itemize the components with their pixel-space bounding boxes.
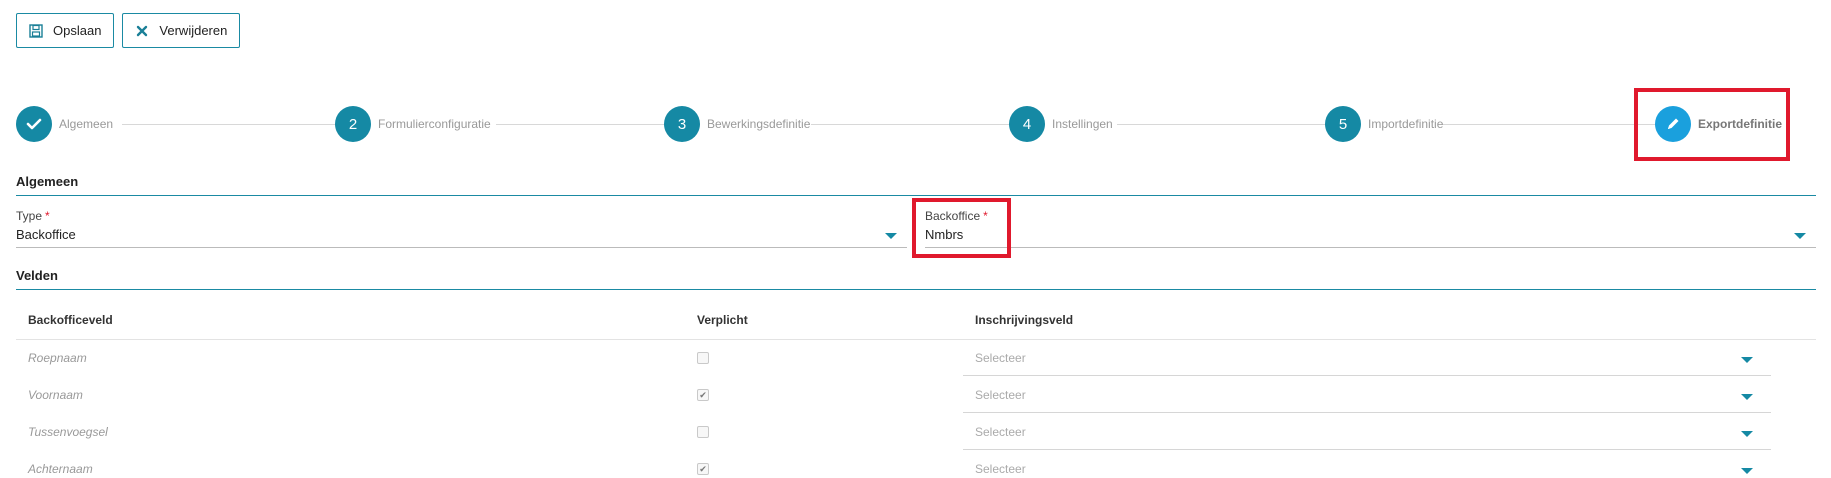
step-number: 3 [664, 106, 700, 142]
chevron-down-icon[interactable] [1741, 357, 1753, 363]
section-divider [16, 289, 1816, 290]
table-row-name: Tussenvoegsel [28, 425, 108, 439]
column-header-backofficeveld: Backofficeveld [28, 313, 113, 327]
save-button-label: Opslaan [53, 23, 102, 38]
toolbar: Opslaan Verwijderen [16, 13, 241, 48]
required-checkbox[interactable] [697, 426, 709, 438]
backoffice-value: Nmbrs [925, 227, 964, 242]
required-checkbox[interactable]: ✔ [697, 463, 709, 475]
wizard-stepper: Algemeen 2 Formulierconfiguratie 3 Bewer… [16, 106, 1816, 144]
step-connector [1443, 124, 1663, 125]
step-label: Bewerkingsdefinitie [707, 117, 811, 131]
required-marker: * [45, 209, 50, 223]
type-select[interactable]: Type * Backoffice [16, 209, 907, 248]
inschrijvingsveld-select[interactable]: Selecteer [975, 388, 1026, 402]
section-divider [16, 195, 1816, 196]
step-number: 5 [1325, 106, 1361, 142]
backoffice-select[interactable]: Backoffice * Nmbrs [925, 209, 1816, 248]
chevron-down-icon [1794, 233, 1806, 239]
section-title-velden: Velden [16, 268, 58, 283]
table-row-name: Voornaam [28, 388, 83, 402]
step-connector [811, 124, 1010, 125]
step-label: Formulierconfiguratie [378, 117, 491, 131]
chevron-down-icon[interactable] [1741, 431, 1753, 437]
step-instellingen[interactable]: 4 Instellingen [1009, 106, 1113, 142]
type-label: Type * [16, 209, 50, 223]
step-number: 2 [335, 106, 371, 142]
step-label: Algemeen [59, 117, 114, 131]
required-checkbox[interactable] [697, 352, 709, 364]
step-algemeen[interactable]: Algemeen [16, 106, 113, 142]
save-button[interactable]: Opslaan [16, 13, 115, 48]
chevron-down-icon[interactable] [1741, 394, 1753, 400]
highlight-box [1634, 88, 1790, 161]
delete-button-label: Verwijderen [159, 23, 228, 38]
table-row-name: Achternaam [28, 462, 93, 476]
column-header-verplicht: Verplicht [697, 313, 748, 327]
step-connector [122, 124, 337, 125]
inschrijvingsveld-select[interactable]: Selecteer [975, 462, 1026, 476]
inschrijvingsveld-select[interactable]: Selecteer [975, 351, 1026, 365]
highlight-box [912, 198, 1011, 258]
step-bewerkingsdefinitie[interactable]: 3 Bewerkingsdefinitie [664, 106, 810, 142]
chevron-down-icon [885, 233, 897, 239]
checkmark-icon [16, 106, 52, 142]
step-label: Instellingen [1052, 117, 1113, 131]
required-checkbox[interactable]: ✔ [697, 389, 709, 401]
delete-button[interactable]: Verwijderen [122, 13, 241, 48]
chevron-down-icon[interactable] [1741, 468, 1753, 474]
column-header-inschrijvingsveld: Inschrijvingsveld [975, 313, 1074, 327]
table-header-divider [16, 339, 1816, 340]
step-importdefinitie[interactable]: 5 Importdefinitie [1325, 106, 1443, 142]
step-connector [496, 124, 670, 125]
step-formulierconfiguratie[interactable]: 2 Formulierconfiguratie [335, 106, 491, 142]
type-value: Backoffice [16, 227, 76, 242]
step-number: 4 [1009, 106, 1045, 142]
inschrijvingsveld-select[interactable]: Selecteer [975, 425, 1026, 439]
backoffice-label: Backoffice * [925, 209, 988, 223]
table-row-name: Roepnaam [28, 351, 87, 365]
floppy-disk-icon [29, 23, 43, 38]
close-icon [135, 24, 149, 38]
step-label: Importdefinitie [1368, 117, 1444, 131]
section-title-algemeen: Algemeen [16, 174, 79, 189]
step-connector [1117, 124, 1326, 125]
